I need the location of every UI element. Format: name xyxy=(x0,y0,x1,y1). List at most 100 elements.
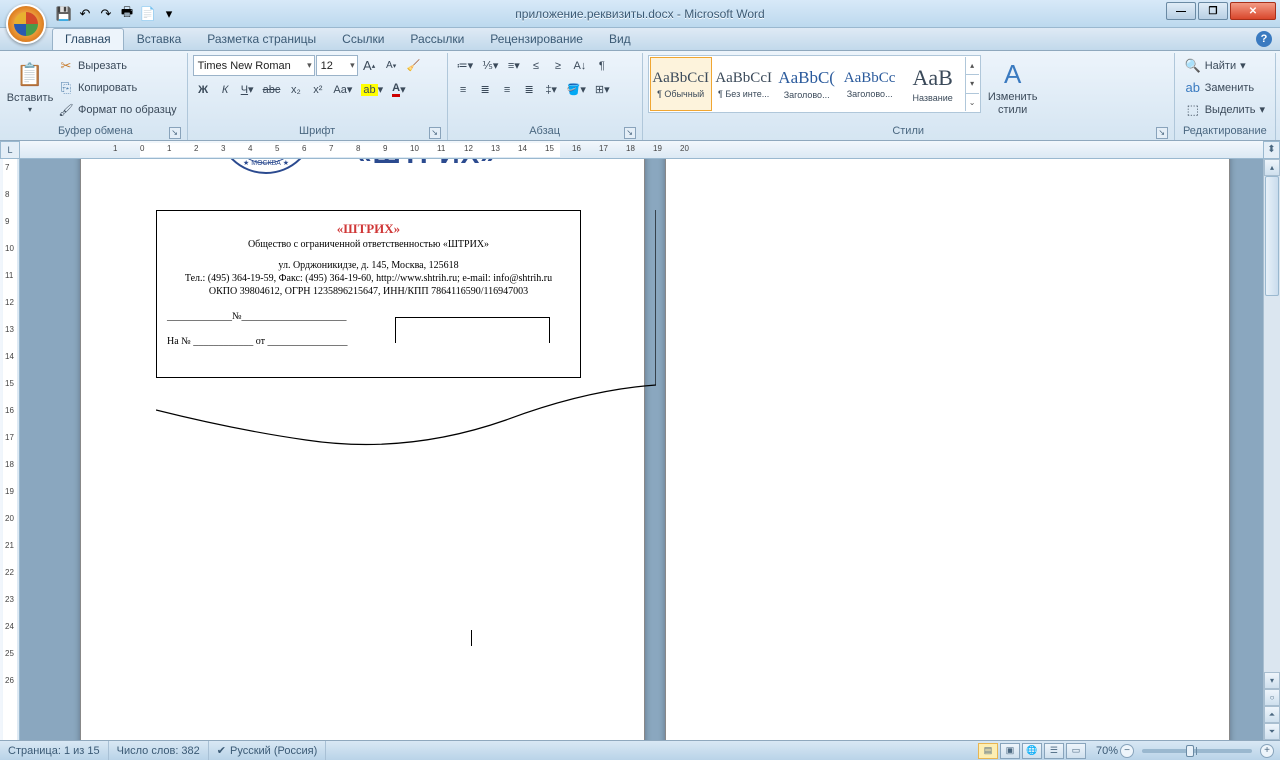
replace-button[interactable]: abЗаменить xyxy=(1180,77,1270,98)
numbering-button[interactable]: ⅕▾ xyxy=(478,55,502,76)
tab-home[interactable]: Главная xyxy=(52,28,124,50)
tab-insert[interactable]: Вставка xyxy=(124,28,195,50)
view-full-screen-button[interactable]: ▣ xyxy=(1000,743,1020,759)
scroll-track[interactable] xyxy=(1264,176,1280,672)
office-button[interactable] xyxy=(6,4,46,44)
ruler-toggle[interactable]: ⬍ xyxy=(1263,141,1280,159)
increase-indent-button[interactable]: ≥ xyxy=(547,55,568,76)
style-heading1[interactable]: AaBbC(Заголово... xyxy=(776,57,838,111)
font-color-button[interactable]: A▾ xyxy=(388,79,409,100)
tab-references[interactable]: Ссылки xyxy=(329,28,397,50)
bullets-button[interactable]: ≔▾ xyxy=(453,55,478,76)
font-size-combo[interactable]: 12 xyxy=(316,55,358,76)
status-page[interactable]: Страница: 1 из 15 xyxy=(0,741,109,760)
cut-button[interactable]: Вырезать xyxy=(53,55,182,76)
justify-button[interactable]: ≣ xyxy=(519,79,540,100)
format-painter-button[interactable]: Формат по образцу xyxy=(53,99,182,120)
letterhead-address: ул. Орджоникидзе, д. 145, Москва, 125618 xyxy=(167,260,570,271)
close-button[interactable]: ✕ xyxy=(1230,2,1276,20)
styles-scroll[interactable]: ▴▾⌄ xyxy=(965,57,979,111)
font-name-combo[interactable]: Times New Roman xyxy=(193,55,315,76)
document-viewport[interactable]: ★ МОСКВА ★ «ШТРИХ» «ШТРИХ» Общество с ог… xyxy=(20,159,1263,740)
qat-redo-icon[interactable]: ↷ xyxy=(96,4,116,24)
styles-gallery[interactable]: AaBbCcI¶ Обычный AaBbCcI¶ Без инте... Aa… xyxy=(648,55,981,113)
view-print-layout-button[interactable]: ▤ xyxy=(978,743,998,759)
format-painter-label: Формат по образцу xyxy=(78,104,177,116)
select-label: Выделить xyxy=(1205,104,1256,116)
shading-button[interactable]: 🪣▾ xyxy=(563,79,590,100)
clear-formatting-button[interactable]: 🧹 xyxy=(403,55,425,76)
bold-button[interactable]: Ж xyxy=(193,79,214,100)
style-no-spacing[interactable]: AaBbCcI¶ Без инте... xyxy=(713,57,775,111)
scroll-up-button[interactable]: ▴ xyxy=(1264,159,1280,176)
qat-customize-icon[interactable]: ▾ xyxy=(159,4,179,24)
view-outline-button[interactable]: ☰ xyxy=(1044,743,1064,759)
change-styles-button[interactable]: A Изменить стили xyxy=(983,55,1043,120)
next-page-button[interactable]: ⏷ xyxy=(1264,723,1280,740)
align-left-button[interactable]: ≡ xyxy=(453,79,474,100)
find-button[interactable]: 🔍Найти ▾ xyxy=(1180,55,1270,76)
underline-button[interactable]: Ч▾ xyxy=(237,79,258,100)
copy-button[interactable]: Копировать xyxy=(53,77,182,98)
superscript-button[interactable]: x² xyxy=(307,79,328,100)
vertical-ruler[interactable]: 7891011121314151617181920212223242526 xyxy=(0,159,20,740)
qat-print-icon[interactable]: 🖶 xyxy=(117,4,137,24)
align-right-button[interactable]: ≡ xyxy=(497,79,518,100)
vertical-scrollbar[interactable]: ▴ ▾ ○ ⏶ ⏷ xyxy=(1263,159,1280,740)
status-words[interactable]: Число слов: 382 xyxy=(109,741,209,760)
qat-save-icon[interactable]: 💾 xyxy=(54,4,74,24)
stamp-fragment: ★ МОСКВА ★ xyxy=(211,159,321,180)
sort-button[interactable]: A↓ xyxy=(569,55,590,76)
shrink-font-button[interactable]: A▾ xyxy=(381,55,402,76)
horizontal-ruler[interactable]: 101234567891011121314151617181920 xyxy=(20,141,1263,159)
style-heading2[interactable]: AaBbCcЗаголово... xyxy=(839,57,901,111)
zoom-slider[interactable] xyxy=(1142,749,1252,753)
styles-dialog-launcher[interactable]: ↘ xyxy=(1156,127,1168,139)
strike-button[interactable]: abc xyxy=(259,79,285,100)
view-draft-button[interactable]: ▭ xyxy=(1066,743,1086,759)
multilevel-button[interactable]: ≡▾ xyxy=(503,55,524,76)
paste-icon: 📋 xyxy=(15,60,45,90)
zoom-level[interactable]: 70% xyxy=(1096,745,1118,757)
minimize-button[interactable]: — xyxy=(1166,2,1196,20)
copy-icon xyxy=(58,80,74,96)
zoom-slider-thumb[interactable] xyxy=(1186,745,1194,757)
select-button[interactable]: ⬚Выделить ▾ xyxy=(1180,99,1270,120)
find-icon: 🔍 xyxy=(1185,58,1201,74)
maximize-button[interactable]: ❐ xyxy=(1198,2,1228,20)
tab-view[interactable]: Вид xyxy=(596,28,644,50)
letterhead-reg: ОКПО 39804612, ОГРН 1235896215647, ИНН/К… xyxy=(167,286,570,297)
italic-button[interactable]: К xyxy=(215,79,236,100)
style-title[interactable]: AaBНазвание xyxy=(902,57,964,111)
show-marks-button[interactable]: ¶ xyxy=(591,55,612,76)
tab-mailings[interactable]: Рассылки xyxy=(397,28,477,50)
align-center-button[interactable]: ≣ xyxy=(475,79,496,100)
help-icon[interactable]: ? xyxy=(1256,31,1272,47)
clipboard-dialog-launcher[interactable]: ↘ xyxy=(169,127,181,139)
tab-review[interactable]: Рецензирование xyxy=(477,28,596,50)
scroll-thumb[interactable] xyxy=(1265,176,1279,296)
change-case-button[interactable]: Aa▾ xyxy=(329,79,356,100)
font-dialog-launcher[interactable]: ↘ xyxy=(429,127,441,139)
scroll-down-button[interactable]: ▾ xyxy=(1264,672,1280,689)
status-language[interactable]: ✔Русский (Россия) xyxy=(209,741,327,760)
qat-new-icon[interactable]: 📄 xyxy=(138,4,158,24)
highlight-button[interactable]: ab▾ xyxy=(357,79,387,100)
ruler-corner[interactable]: L xyxy=(0,141,20,159)
subscript-button[interactable]: x₂ xyxy=(285,79,306,100)
line-spacing-button[interactable]: ‡▾ xyxy=(541,79,562,100)
browse-object-button[interactable]: ○ xyxy=(1264,689,1280,706)
grow-font-button[interactable]: A▴ xyxy=(359,55,380,76)
view-web-button[interactable]: 🌐 xyxy=(1022,743,1042,759)
window-controls: — ❐ ✕ xyxy=(1166,2,1276,20)
style-normal[interactable]: AaBbCcI¶ Обычный xyxy=(650,57,712,111)
paragraph-dialog-launcher[interactable]: ↘ xyxy=(624,127,636,139)
zoom-out-button[interactable]: − xyxy=(1120,744,1134,758)
qat-undo-icon[interactable]: ↶ xyxy=(75,4,95,24)
zoom-in-button[interactable]: + xyxy=(1260,744,1274,758)
decrease-indent-button[interactable]: ≤ xyxy=(525,55,546,76)
prev-page-button[interactable]: ⏶ xyxy=(1264,706,1280,723)
paste-button[interactable]: 📋 Вставить ▾ xyxy=(9,55,51,120)
borders-button[interactable]: ⊞▾ xyxy=(591,79,614,100)
tab-page-layout[interactable]: Разметка страницы xyxy=(194,28,329,50)
